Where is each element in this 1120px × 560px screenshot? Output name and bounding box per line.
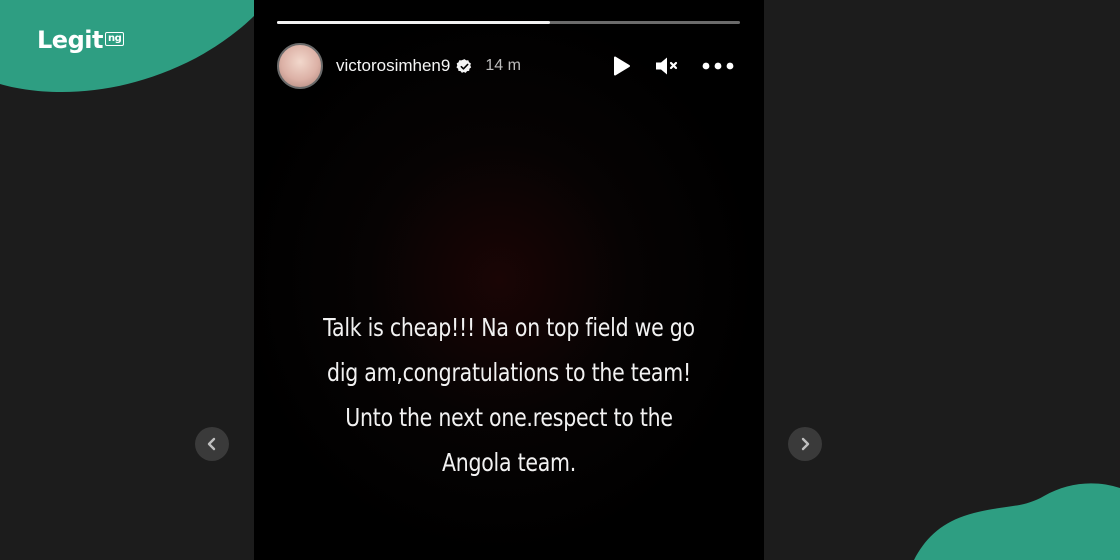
chevron-left-icon: [207, 437, 216, 451]
previous-story-button[interactable]: [195, 427, 229, 461]
chevron-right-icon: [801, 437, 810, 451]
post-time: 14 m: [485, 57, 521, 74]
more-options-button[interactable]: [702, 61, 734, 71]
brand-blob-bottom-right: [914, 483, 1120, 560]
avatar[interactable]: [277, 43, 323, 89]
next-story-button[interactable]: [788, 427, 822, 461]
story-controls: [610, 55, 734, 77]
story-header: victorosimhen9 14 m: [277, 42, 740, 90]
story-progress-fill: [277, 21, 551, 24]
mute-button[interactable]: [654, 55, 680, 77]
logo-suffix: ng: [104, 32, 125, 46]
play-button[interactable]: [610, 55, 632, 77]
story-viewer[interactable]: victorosimhen9 14 m Talk is cheap!!! Na …: [254, 0, 764, 560]
story-caption: Talk is cheap!!! Na on top field we go d…: [300, 305, 718, 485]
username[interactable]: victorosimhen9: [336, 56, 450, 76]
caption-line: Unto the next one.respect to the: [345, 403, 673, 432]
caption-line: Talk is cheap!!! Na on top field we go: [323, 313, 695, 342]
caption-line: Angola team.: [441, 448, 577, 477]
caption-line: dig am,congratulations to the team!: [327, 358, 691, 387]
more-options-icon: [702, 62, 734, 70]
play-icon: [614, 56, 630, 76]
speaker-muted-icon: [656, 57, 678, 75]
legit-logo[interactable]: Legit ng: [37, 26, 125, 54]
story-progress-bar: [277, 21, 740, 24]
logo-brand-text: Legit: [37, 26, 103, 54]
verified-badge-icon: [456, 58, 472, 73]
